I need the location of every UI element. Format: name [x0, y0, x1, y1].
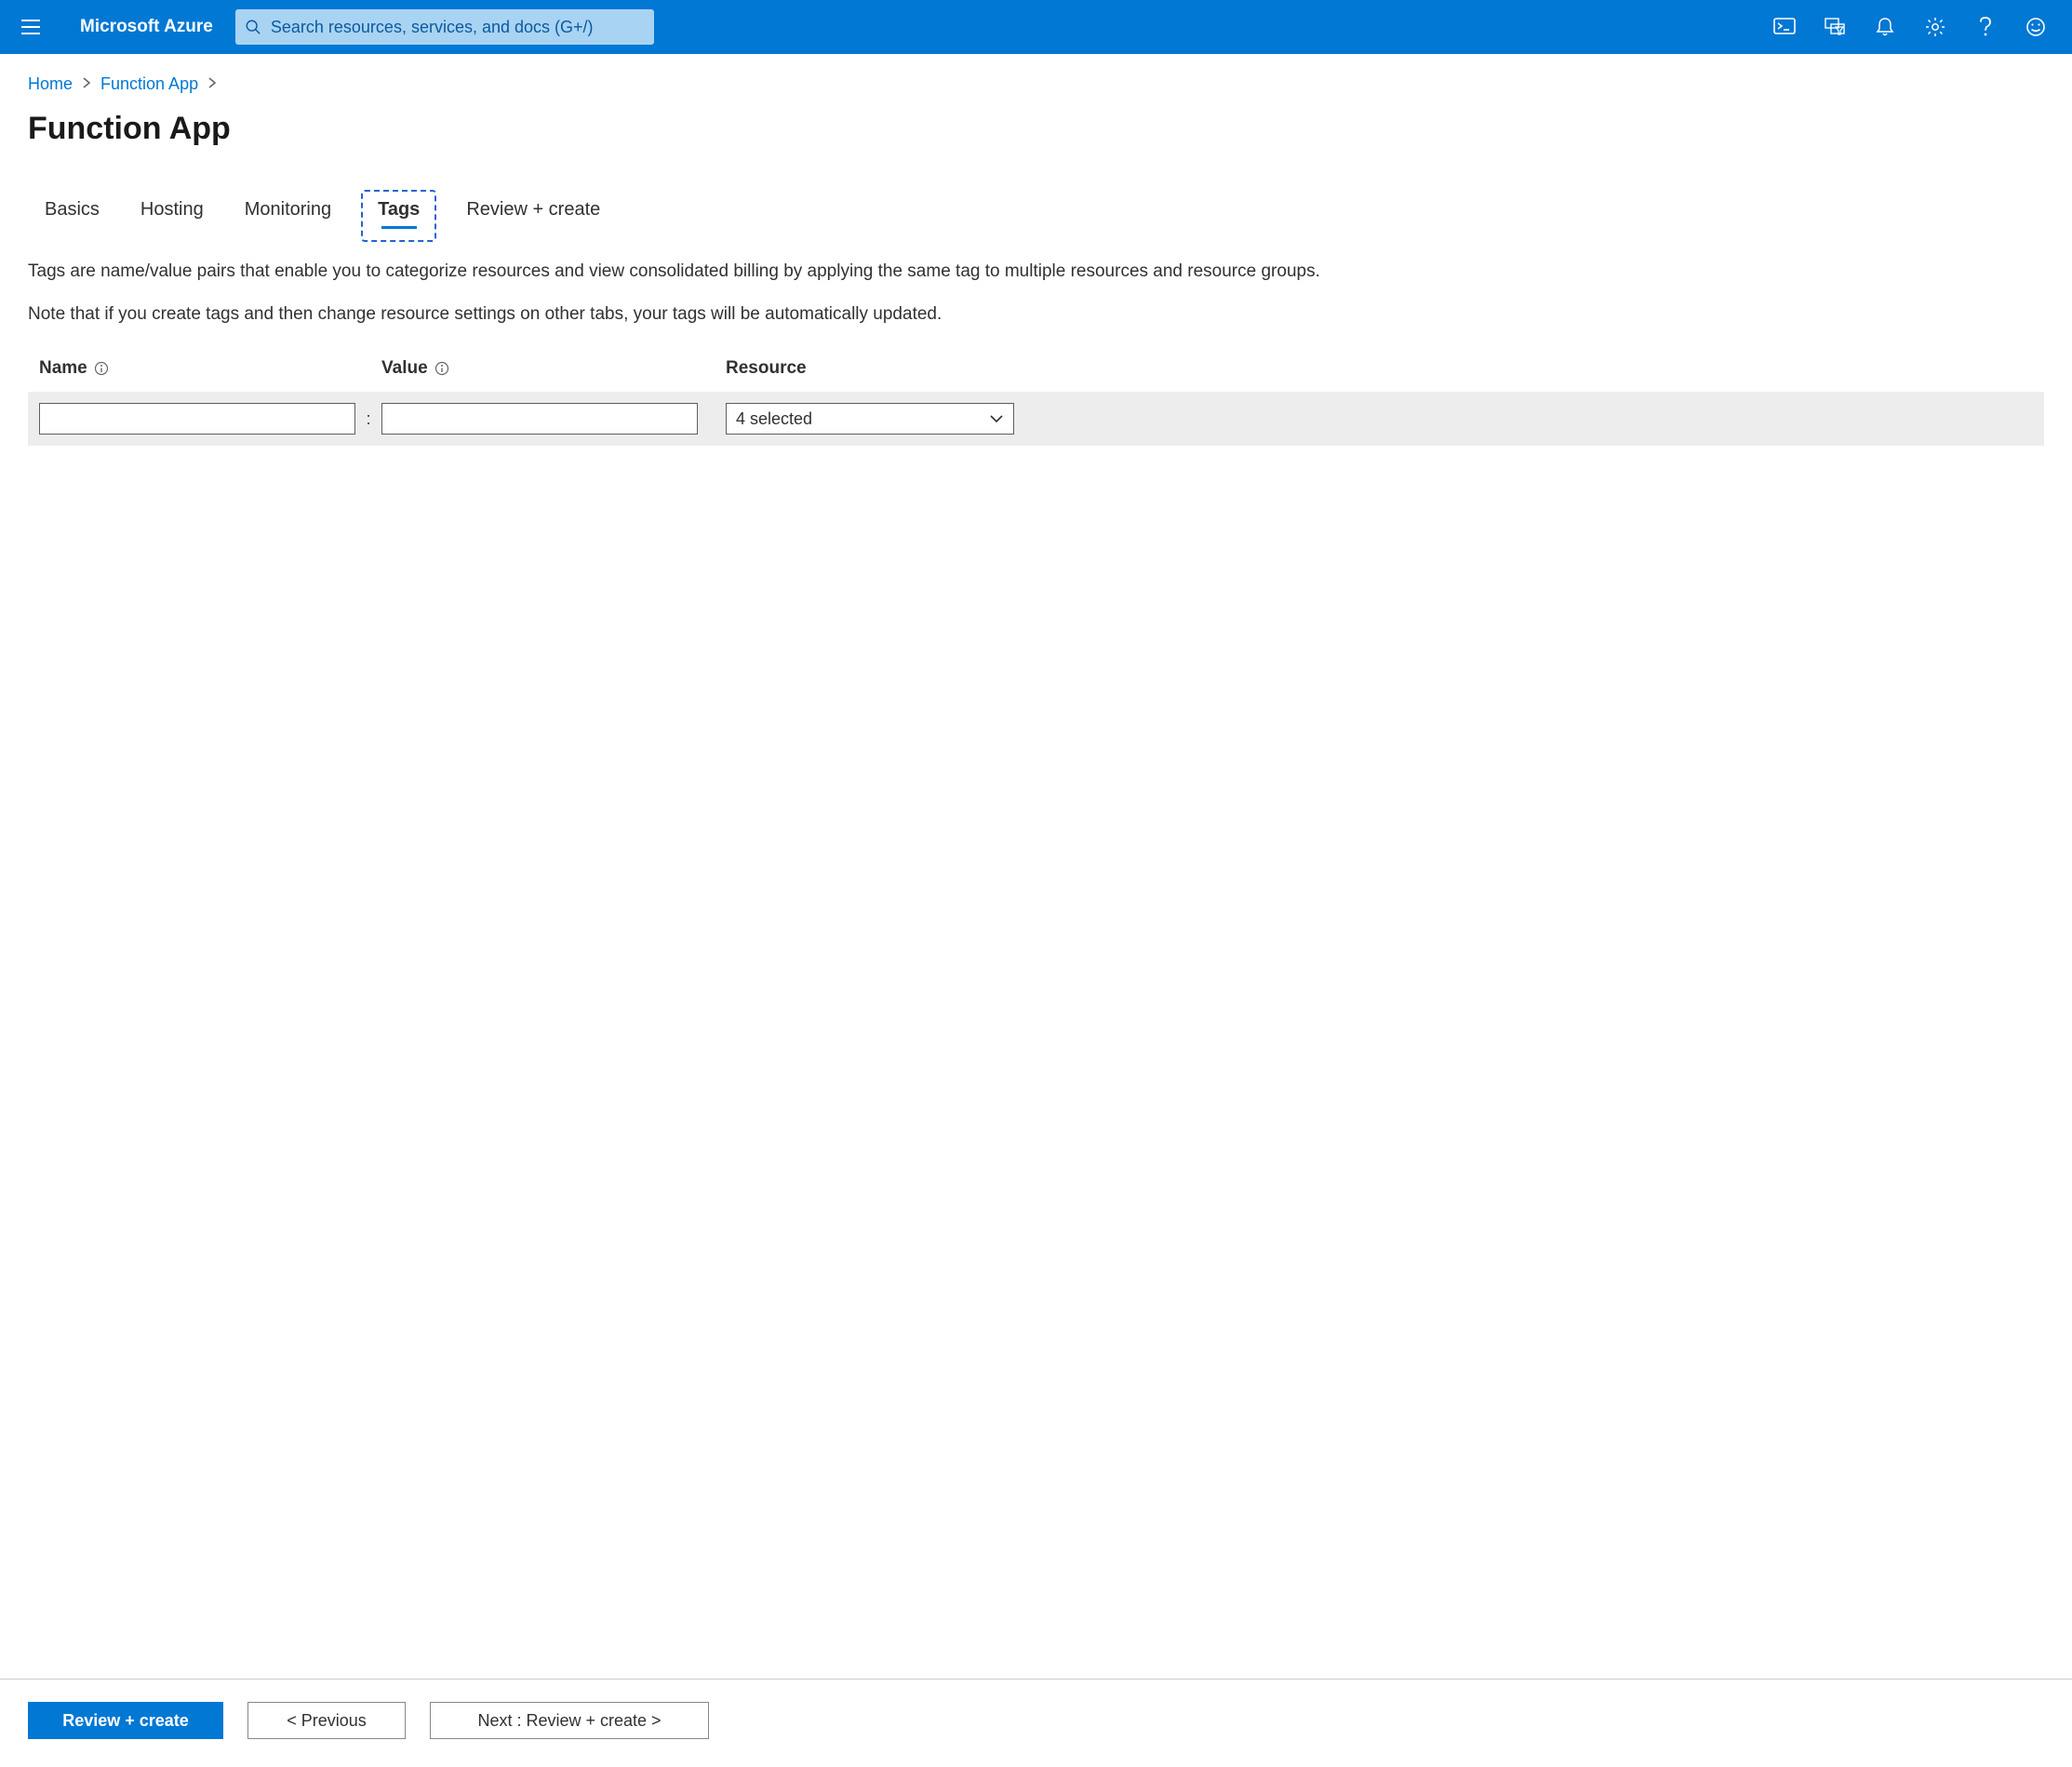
- tags-header-row: Name Value Resource: [28, 355, 2044, 382]
- tags-description-1: Tags are name/value pairs that enable yo…: [28, 259, 2044, 285]
- bell-icon: [1876, 17, 1894, 37]
- brand-label[interactable]: Microsoft Azure: [80, 17, 213, 37]
- tab-hosting[interactable]: Hosting: [137, 194, 207, 238]
- col-name-label: Name: [39, 358, 87, 379]
- col-value-header: Value: [381, 358, 698, 379]
- wizard-footer: Review + create < Previous Next : Review…: [0, 1679, 2072, 1767]
- topbar: Microsoft Azure: [0, 0, 2072, 54]
- col-resource-header: Resource: [726, 358, 1014, 379]
- tab-tags-focus: Tags: [361, 190, 436, 242]
- tab-review-create[interactable]: Review + create: [462, 194, 604, 238]
- cloud-shell-button[interactable]: [1759, 0, 1810, 54]
- topbar-actions: [1759, 0, 2061, 54]
- previous-button[interactable]: < Previous: [247, 1702, 406, 1739]
- gear-icon: [1925, 17, 1945, 37]
- notifications-button[interactable]: [1860, 0, 1910, 54]
- tag-row: : 4 selected: [28, 392, 2044, 446]
- breadcrumb-home[interactable]: Home: [28, 74, 73, 94]
- tab-monitoring[interactable]: Monitoring: [241, 194, 335, 238]
- feedback-button[interactable]: [2011, 0, 2061, 54]
- tags-description-2: Note that if you create tags and then ch…: [28, 301, 2044, 328]
- breadcrumb-function-app[interactable]: Function App: [100, 74, 198, 94]
- chevron-right-icon: [82, 74, 91, 94]
- chevron-right-icon: [207, 74, 217, 94]
- tab-tags[interactable]: Tags: [374, 194, 423, 234]
- resource-select[interactable]: 4 selected: [726, 403, 1014, 435]
- content: Home Function App Function App Basics Ho…: [0, 54, 2072, 1679]
- tabs: Basics Hosting Monitoring Tags Review + …: [41, 194, 2044, 238]
- search-icon: [245, 19, 261, 35]
- next-button[interactable]: Next : Review + create >: [430, 1702, 709, 1739]
- colon-separator: :: [359, 409, 378, 429]
- hamburger-icon: [20, 19, 41, 35]
- info-icon[interactable]: [434, 360, 450, 377]
- directory-filter-button[interactable]: [1810, 0, 1860, 54]
- resource-select-value: 4 selected: [736, 409, 812, 429]
- breadcrumb: Home Function App: [28, 74, 2044, 94]
- chevron-down-icon: [989, 414, 1004, 423]
- hamburger-button[interactable]: [11, 7, 50, 47]
- col-resource-label: Resource: [726, 358, 807, 379]
- help-button[interactable]: [1960, 0, 2011, 54]
- review-create-button[interactable]: Review + create: [28, 1702, 223, 1739]
- cloud-shell-icon: [1773, 18, 1796, 36]
- search-input[interactable]: [269, 17, 645, 38]
- tag-value-input[interactable]: [381, 403, 698, 435]
- tab-basics[interactable]: Basics: [41, 194, 103, 238]
- tag-name-input[interactable]: [39, 403, 355, 435]
- info-icon[interactable]: [93, 360, 110, 377]
- page-title: Function App: [28, 111, 2044, 147]
- col-value-label: Value: [381, 358, 428, 379]
- filter-icon: [1824, 17, 1846, 37]
- help-icon: [1978, 16, 1993, 38]
- smiley-icon: [2025, 17, 2046, 37]
- global-search[interactable]: [235, 9, 654, 45]
- tags-grid: Name Value Resource : 4: [28, 355, 2044, 446]
- col-name-header: Name: [39, 358, 355, 379]
- settings-button[interactable]: [1910, 0, 1960, 54]
